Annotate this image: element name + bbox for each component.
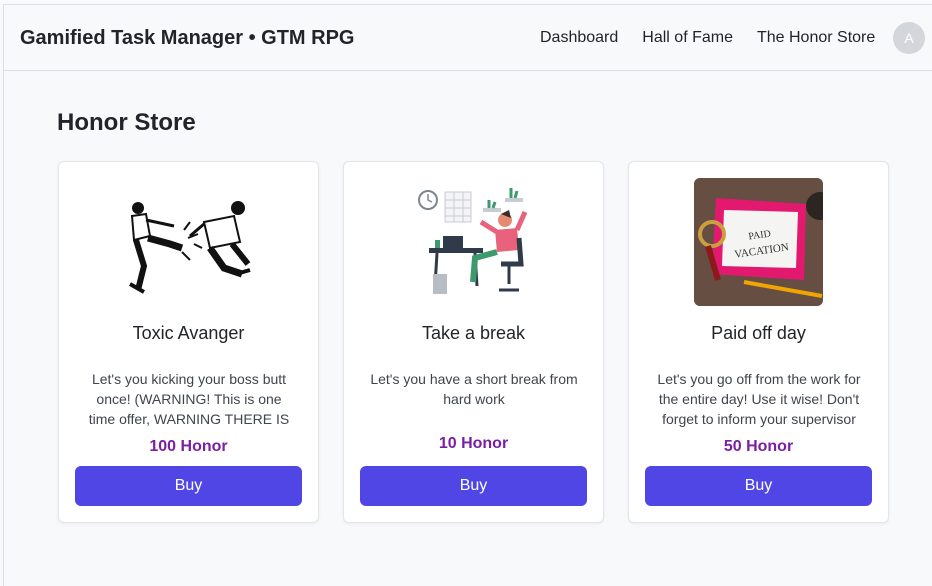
item-price: 100 Honor: [149, 438, 228, 455]
page-title: Honor Store: [57, 109, 196, 136]
store-item-card: Toxic Avanger Let's you kicking your bos…: [58, 161, 319, 523]
item-description: Let's you go off from the work for the e…: [657, 371, 861, 427]
item-title: Paid off day: [711, 323, 806, 343]
break-illustration: [409, 178, 538, 306]
item-description: Let's you kicking your boss butt once! (…: [88, 371, 290, 427]
nav-link-honor-store[interactable]: The Honor Store: [757, 29, 875, 47]
paid-vacation-photo: PAID VACATION: [694, 178, 823, 306]
buy-button[interactable]: Buy: [75, 466, 302, 506]
nav-link-hall-of-fame[interactable]: Hall of Fame: [642, 29, 733, 47]
item-title: Take a break: [421, 323, 526, 343]
item-title: Toxic Avanger: [132, 323, 245, 343]
store-item-card: PAID VACATION Paid off day Let's you go …: [628, 161, 889, 523]
nav-links: Dashboard Hall of Fame The Honor Store: [540, 29, 899, 47]
item-price: 50 Honor: [723, 438, 794, 455]
item-price: 10 Honor: [438, 435, 509, 452]
user-avatar[interactable]: A: [893, 22, 925, 54]
nav-link-dashboard[interactable]: Dashboard: [540, 29, 618, 47]
buy-button[interactable]: Buy: [645, 466, 872, 506]
buy-button[interactable]: Buy: [360, 466, 587, 506]
item-description: Let's you have a short break from hard w…: [370, 371, 578, 407]
kick-illustration: [124, 178, 253, 306]
navbar: Gamified Task Manager • GTM RPG Dashboar…: [4, 5, 932, 71]
app-brand[interactable]: Gamified Task Manager • GTM RPG: [20, 27, 354, 50]
app-window: Gamified Task Manager • GTM RPG Dashboar…: [3, 4, 932, 586]
store-item-card: Take a break Let's you have a short brea…: [343, 161, 604, 523]
